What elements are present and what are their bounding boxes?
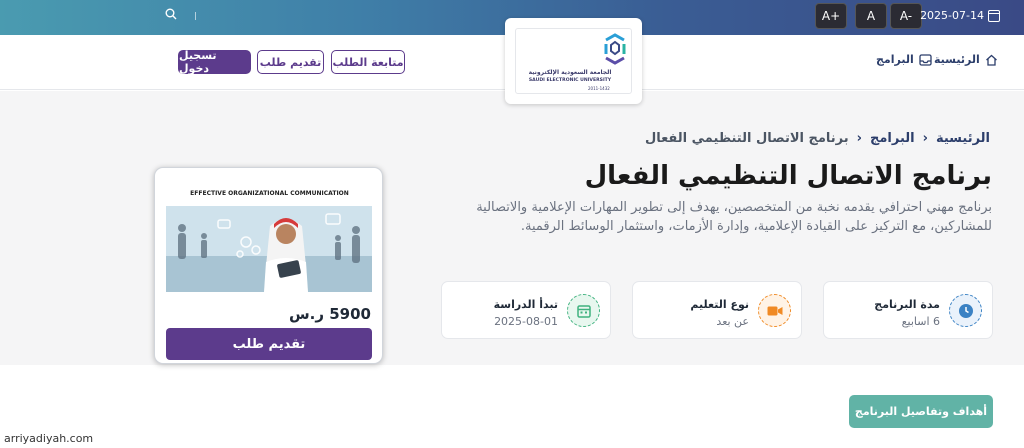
nav-programs[interactable]: البرامج [876, 53, 932, 66]
logo-mark-icon [604, 33, 626, 65]
font-reset-button[interactable]: A [855, 3, 887, 29]
card-apply-button[interactable]: تقديم طلب [166, 328, 372, 360]
learning-type-label: نوع التعليم [690, 298, 749, 311]
program-goals-button[interactable]: أهداف وتفاصيل البرنامج [849, 395, 993, 428]
logo-name-en: SAUDI ELECTRONIC UNIVERSITY [528, 78, 612, 83]
program-card: EFFECTIVE ORGANIZATIONAL COMMUNICATION 5… [154, 167, 383, 364]
calendar-icon [567, 294, 600, 327]
program-image [166, 206, 372, 292]
learning-type-value: عن بعد [716, 315, 749, 328]
duration-value: 6 اسابيع [901, 315, 940, 328]
login-button[interactable]: تسجيل دخول [178, 49, 251, 75]
program-image-title: EFFECTIVE ORGANIZATIONAL COMMUNICATION [190, 190, 349, 197]
university-logo-card[interactable]: الجامعة السعودية الإلكترونية SAUDI ELECT… [505, 18, 642, 104]
logo-name-ar: الجامعة السعودية الإلكترونية [528, 69, 612, 76]
video-icon [758, 294, 791, 327]
date-text: 2025-07-14 [920, 9, 984, 22]
page-title: برنامج الاتصال التنظيمي الفعال [584, 161, 992, 191]
breadcrumb-home[interactable]: الرئيسية [936, 131, 990, 146]
inbox-icon [919, 53, 932, 66]
clock-icon [949, 294, 982, 327]
search-icon[interactable] [165, 8, 177, 20]
search-divider [195, 12, 196, 20]
university-logo: الجامعة السعودية الإلكترونية SAUDI ELECT… [515, 28, 632, 94]
start-date-label: تبدأ الدراسة [493, 298, 558, 311]
program-description: برنامج مهني احترافي يقدمه نخبة من المتخص… [476, 200, 992, 234]
logo-years: 2011-1432 [588, 86, 610, 91]
calendar-icon [988, 9, 1000, 22]
breadcrumb: الرئيسية ‹ البرامج ‹ برنامج الاتصال التن… [645, 131, 990, 146]
font-decrease-button[interactable]: A- [890, 3, 922, 29]
chevron-left-icon: ‹ [922, 131, 928, 146]
duration-label: مدة البرنامج [874, 298, 940, 311]
current-date: 2025-07-14 [920, 9, 1000, 22]
info-card-learning-type: نوع التعليم عن بعد [632, 281, 802, 339]
breadcrumb-current: برنامج الاتصال التنظيمي الفعال [644, 131, 849, 146]
apply-button[interactable]: تقديم طلب [257, 50, 324, 74]
watermark: arriyadiyah.com [4, 432, 94, 445]
program-price: 5900 ر.س [288, 305, 371, 323]
nav-home[interactable]: الرئيسية [934, 53, 998, 66]
font-increase-button[interactable]: A+ [815, 3, 847, 29]
nav-programs-label: البرامج [876, 53, 914, 66]
home-icon [985, 54, 998, 66]
chevron-left-icon: ‹ [856, 131, 862, 146]
nav-home-label: الرئيسية [934, 53, 980, 66]
breadcrumb-programs[interactable]: البرامج [870, 131, 915, 146]
start-date-value: 2025-08-01 [494, 315, 558, 328]
info-card-start-date: تبدأ الدراسة 2025-08-01 [441, 281, 611, 339]
info-card-duration: مدة البرنامج 6 اسابيع [823, 281, 993, 339]
track-request-button[interactable]: متابعة الطلب [331, 50, 405, 74]
